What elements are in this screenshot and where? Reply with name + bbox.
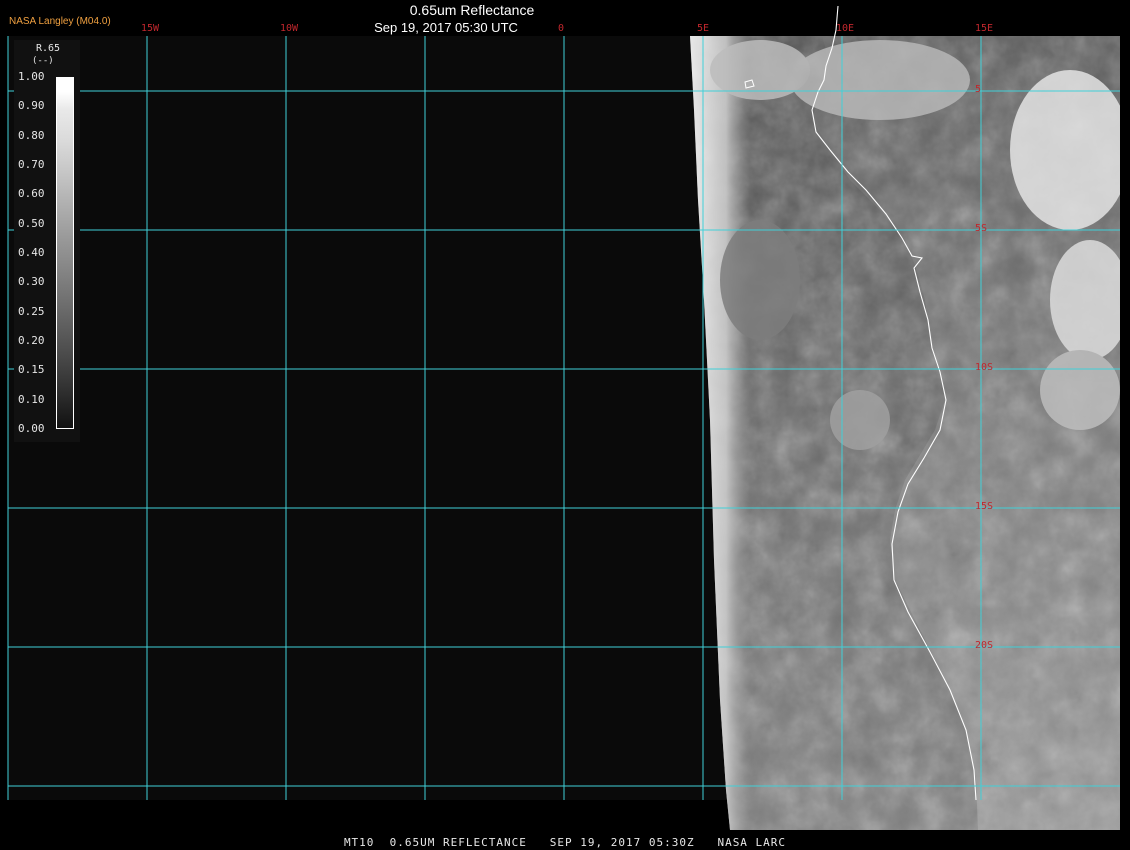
- legend-tick-label: 0.10: [18, 392, 45, 406]
- latitude-label: 10S: [975, 362, 994, 373]
- satellite-image-viewer: NASA Langley (M04.0) 0.65um Reflectance …: [0, 0, 1130, 850]
- latitude-label: 5S: [975, 223, 988, 234]
- footer-caption: MT10 0.65UM REFLECTANCE SEP 19, 2017 05:…: [343, 836, 787, 849]
- latitude-label: 5: [975, 84, 982, 95]
- map-timestamp: Sep 19, 2017 05:30 UTC: [374, 20, 518, 35]
- legend-tick-label: 0.60: [18, 187, 45, 201]
- legend-unit: (--): [32, 56, 54, 66]
- longitude-label: 15E: [975, 23, 994, 34]
- legend-tick-label: 0.30: [18, 275, 45, 289]
- legend-tick-label: 0.70: [18, 158, 45, 171]
- legend-tick-label: 0.25: [18, 304, 45, 318]
- legend-tick-label: 0.00: [18, 422, 45, 435]
- latitude-label: 20S: [975, 640, 994, 651]
- legend-tick-label: 0.90: [18, 99, 45, 113]
- legend-tick-label: 0.20: [18, 334, 45, 347]
- satellite-map: [0, 0, 1130, 850]
- longitude-label: 5E: [697, 23, 710, 34]
- legend-tick-label: 0.40: [18, 246, 45, 259]
- longitude-label: 10W: [280, 23, 299, 34]
- legend-color-bar: [56, 77, 74, 429]
- satellite-imagery: [690, 36, 1120, 830]
- legend-tick-label: 1.00: [18, 70, 45, 83]
- longitude-label: 10E: [836, 23, 855, 34]
- legend-title: R.65: [36, 43, 61, 54]
- map-title: 0.65um Reflectance: [409, 2, 535, 18]
- longitude-label: 0: [558, 23, 565, 34]
- longitude-label: 15W: [141, 23, 160, 34]
- legend-tick-label: 0.80: [18, 128, 45, 142]
- legend-tick-label: 0.50: [18, 216, 45, 230]
- latitude-label: 15S: [975, 501, 994, 512]
- legend-tick-label: 0.15: [18, 363, 45, 377]
